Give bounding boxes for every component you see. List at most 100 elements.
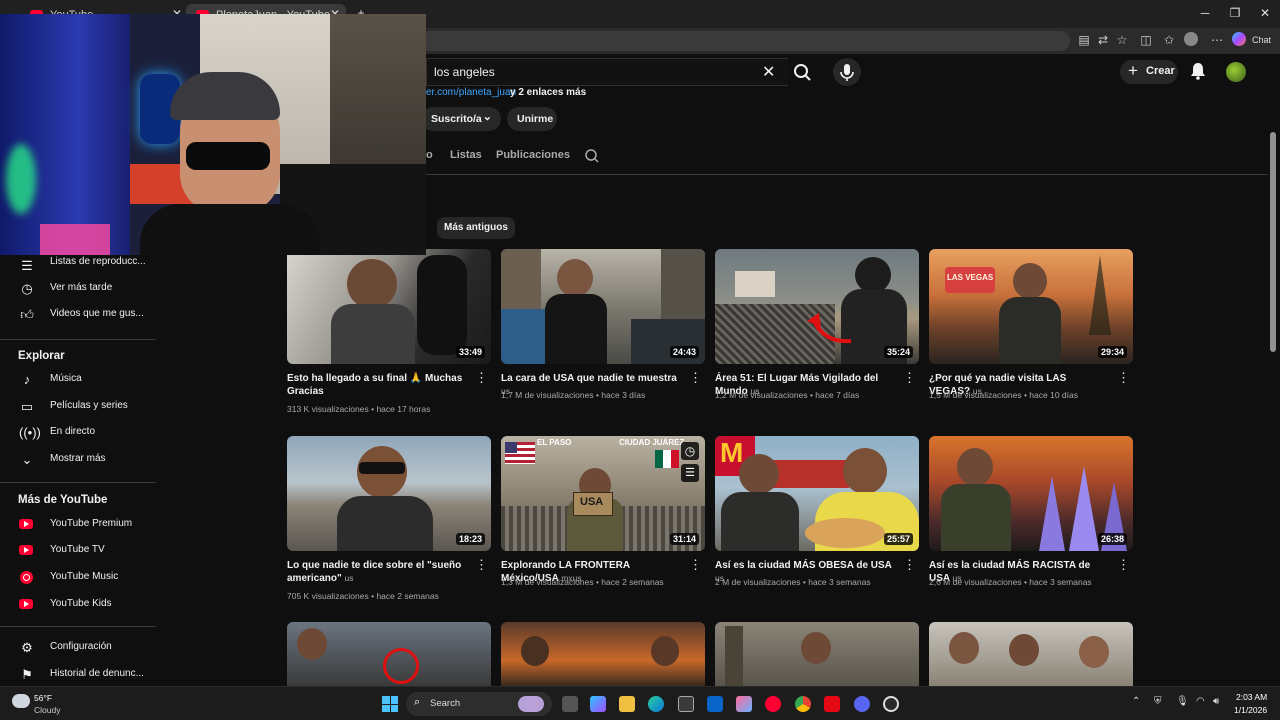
watch-later-icon[interactable]: ◷: [681, 442, 699, 460]
copilot-icon[interactable]: [1232, 32, 1246, 46]
sidebar-divider: [0, 626, 156, 627]
video-thumbnail[interactable]: 24:43: [501, 249, 705, 364]
microphone-tray-icon[interactable]: 🎙︎: [1176, 696, 1189, 707]
more-vert-icon[interactable]: ⋮: [1117, 558, 1130, 571]
favorites-icon[interactable]: ✩: [1160, 33, 1178, 47]
taskbar-search[interactable]: ⌕ Search: [406, 692, 552, 716]
app-icon[interactable]: ▤: [1075, 33, 1093, 47]
more-menu-icon[interactable]: ⋯: [1208, 33, 1226, 47]
address-field[interactable]: [420, 31, 1070, 51]
discord-icon[interactable]: [854, 696, 870, 712]
search-button[interactable]: [786, 59, 822, 85]
channel-search-icon[interactable]: [584, 148, 600, 164]
gear-icon: ⚙: [21, 640, 33, 655]
sidebar-item-youtube-music[interactable]: YouTube Music: [0, 565, 156, 591]
more-vert-icon[interactable]: ⋮: [689, 371, 702, 384]
clear-search-icon[interactable]: ✕: [762, 62, 775, 82]
video-meta: 1,3 M de visualizaciones • hace 2 semana…: [501, 577, 664, 587]
file-explorer-icon[interactable]: [619, 696, 635, 712]
video-thumbnail[interactable]: EL PASO CIUDAD JUÁREZ USA ◷ ☰ 31:14: [501, 436, 705, 551]
chevron-down-icon: ⌄: [21, 452, 33, 467]
microphone-icon: [840, 64, 854, 81]
video-thumbnail[interactable]: [715, 622, 919, 686]
video-title[interactable]: Esto ha llegado a su final 🙏 Muchas Grac…: [287, 372, 467, 398]
favorite-star-icon[interactable]: ☆: [1113, 33, 1131, 47]
video-thumbnail[interactable]: 26:38: [929, 436, 1133, 551]
copilot-icon[interactable]: [590, 696, 606, 712]
add-to-queue-icon[interactable]: ☰: [681, 464, 699, 482]
tab-publicaciones[interactable]: Publicaciones: [496, 149, 570, 161]
sort-oldest-chip[interactable]: Más antiguos: [437, 217, 515, 239]
more-vert-icon[interactable]: ⋮: [903, 371, 916, 384]
video-thumbnail[interactable]: LAS VEGAS 29:34: [929, 249, 1133, 364]
video-title-text: Lo que nadie te dice sobre el "sueño ame…: [287, 560, 462, 584]
edge-browser-icon[interactable]: [648, 696, 664, 712]
sidebar-item-youtube-tv[interactable]: YouTube TV: [0, 538, 156, 564]
sidebar-item-settings[interactable]: ⚙ Configuración: [0, 635, 156, 661]
channel-link[interactable]: er.com/planeta_juan: [426, 87, 516, 98]
video-thumbnail[interactable]: 33:49: [287, 249, 491, 364]
sidebar-item-label: YouTube TV: [50, 544, 105, 555]
sidebar-item-show-more[interactable]: ⌄ Mostrar más: [0, 447, 156, 473]
obs-icon[interactable]: [883, 696, 899, 712]
subscribed-button[interactable]: Suscrito/a ⌄: [421, 107, 501, 131]
scrollbar-thumb[interactable]: [1270, 132, 1276, 352]
video-thumbnail[interactable]: 35:24: [715, 249, 919, 364]
chat-label[interactable]: Chat: [1252, 35, 1271, 45]
profile-icon[interactable]: [1184, 32, 1198, 46]
video-thumbnail[interactable]: [501, 622, 705, 686]
clock-date[interactable]: 1/1/2026: [1234, 705, 1267, 715]
close-window-icon[interactable]: ✕: [1250, 6, 1280, 20]
security-icon[interactable]: ⛨: [1154, 696, 1162, 707]
voice-search-button[interactable]: [833, 58, 861, 86]
more-vert-icon[interactable]: ⋮: [1117, 371, 1130, 384]
video-thumbnail[interactable]: [929, 622, 1133, 686]
maximize-icon[interactable]: ❐: [1220, 6, 1250, 20]
show-hidden-icons-icon[interactable]: ⌃: [1132, 696, 1140, 707]
sidebar-item-watch-later[interactable]: ◷ Ver más tarde: [0, 276, 156, 302]
tab-listas[interactable]: Listas: [450, 149, 482, 161]
search-icon: ⌕: [414, 696, 421, 708]
weather-icon[interactable]: [12, 694, 30, 708]
split-screen-icon[interactable]: ◫: [1137, 33, 1155, 47]
video-duration: 18:23: [455, 533, 485, 545]
sidebar-item-report-history[interactable]: ⚑ Historial de denunc...: [0, 662, 156, 688]
webcam-overlay: [0, 14, 426, 255]
more-vert-icon[interactable]: ⋮: [475, 558, 488, 571]
clock-time[interactable]: 2:03 AM: [1236, 692, 1267, 702]
chrome-icon[interactable]: [795, 696, 811, 712]
sidebar-item-movies[interactable]: ▭ Películas y series: [0, 394, 156, 420]
video-thumbnail[interactable]: M 25:57: [715, 436, 919, 551]
notifications-bell-icon[interactable]: [1190, 62, 1206, 80]
wifi-icon[interactable]: ◠: [1196, 696, 1205, 707]
create-button[interactable]: + Crear: [1120, 60, 1178, 84]
photos-icon[interactable]: [736, 696, 752, 712]
sidebar-item-youtube-premium[interactable]: YouTube Premium: [0, 512, 156, 538]
volume-icon[interactable]: 🔊︎: [1213, 696, 1219, 707]
join-button[interactable]: Unirme: [507, 107, 557, 131]
minimize-icon[interactable]: ─: [1190, 6, 1220, 20]
more-vert-icon[interactable]: ⋮: [903, 558, 916, 571]
sidebar-item-label: Películas y series: [50, 400, 128, 411]
video-title[interactable]: Lo que nadie te dice sobre el "sueño ame…: [287, 559, 467, 585]
sidebar-item-live[interactable]: ((•)) En directo: [0, 420, 156, 446]
thumbnail-sign-text: EL PASO: [537, 438, 572, 447]
task-view-icon[interactable]: [562, 696, 578, 712]
sidebar-item-liked[interactable]: 👍︎ Videos que me gus...: [0, 302, 156, 328]
sidebar-item-music[interactable]: ♪ Música: [0, 367, 156, 393]
start-windows-icon[interactable]: [382, 696, 398, 712]
translate-icon[interactable]: ⇄: [1094, 33, 1112, 47]
store-icon[interactable]: [678, 696, 694, 712]
more-vert-icon[interactable]: ⋮: [475, 371, 488, 384]
video-thumbnail[interactable]: [287, 622, 491, 686]
account-avatar[interactable]: [1226, 62, 1246, 82]
video-title-text: La cara de USA que nadie te muestra: [501, 373, 677, 384]
video-thumbnail[interactable]: 18:23: [287, 436, 491, 551]
tab-videos[interactable]: o: [426, 149, 433, 161]
netflix-icon[interactable]: [824, 696, 840, 712]
sidebar-item-youtube-kids[interactable]: YouTube Kids: [0, 592, 156, 618]
youtube-app-icon[interactable]: [765, 696, 781, 712]
channel-more-links[interactable]: y 2 enlaces más: [510, 87, 586, 98]
outlook-icon[interactable]: [707, 696, 723, 712]
more-vert-icon[interactable]: ⋮: [689, 558, 702, 571]
